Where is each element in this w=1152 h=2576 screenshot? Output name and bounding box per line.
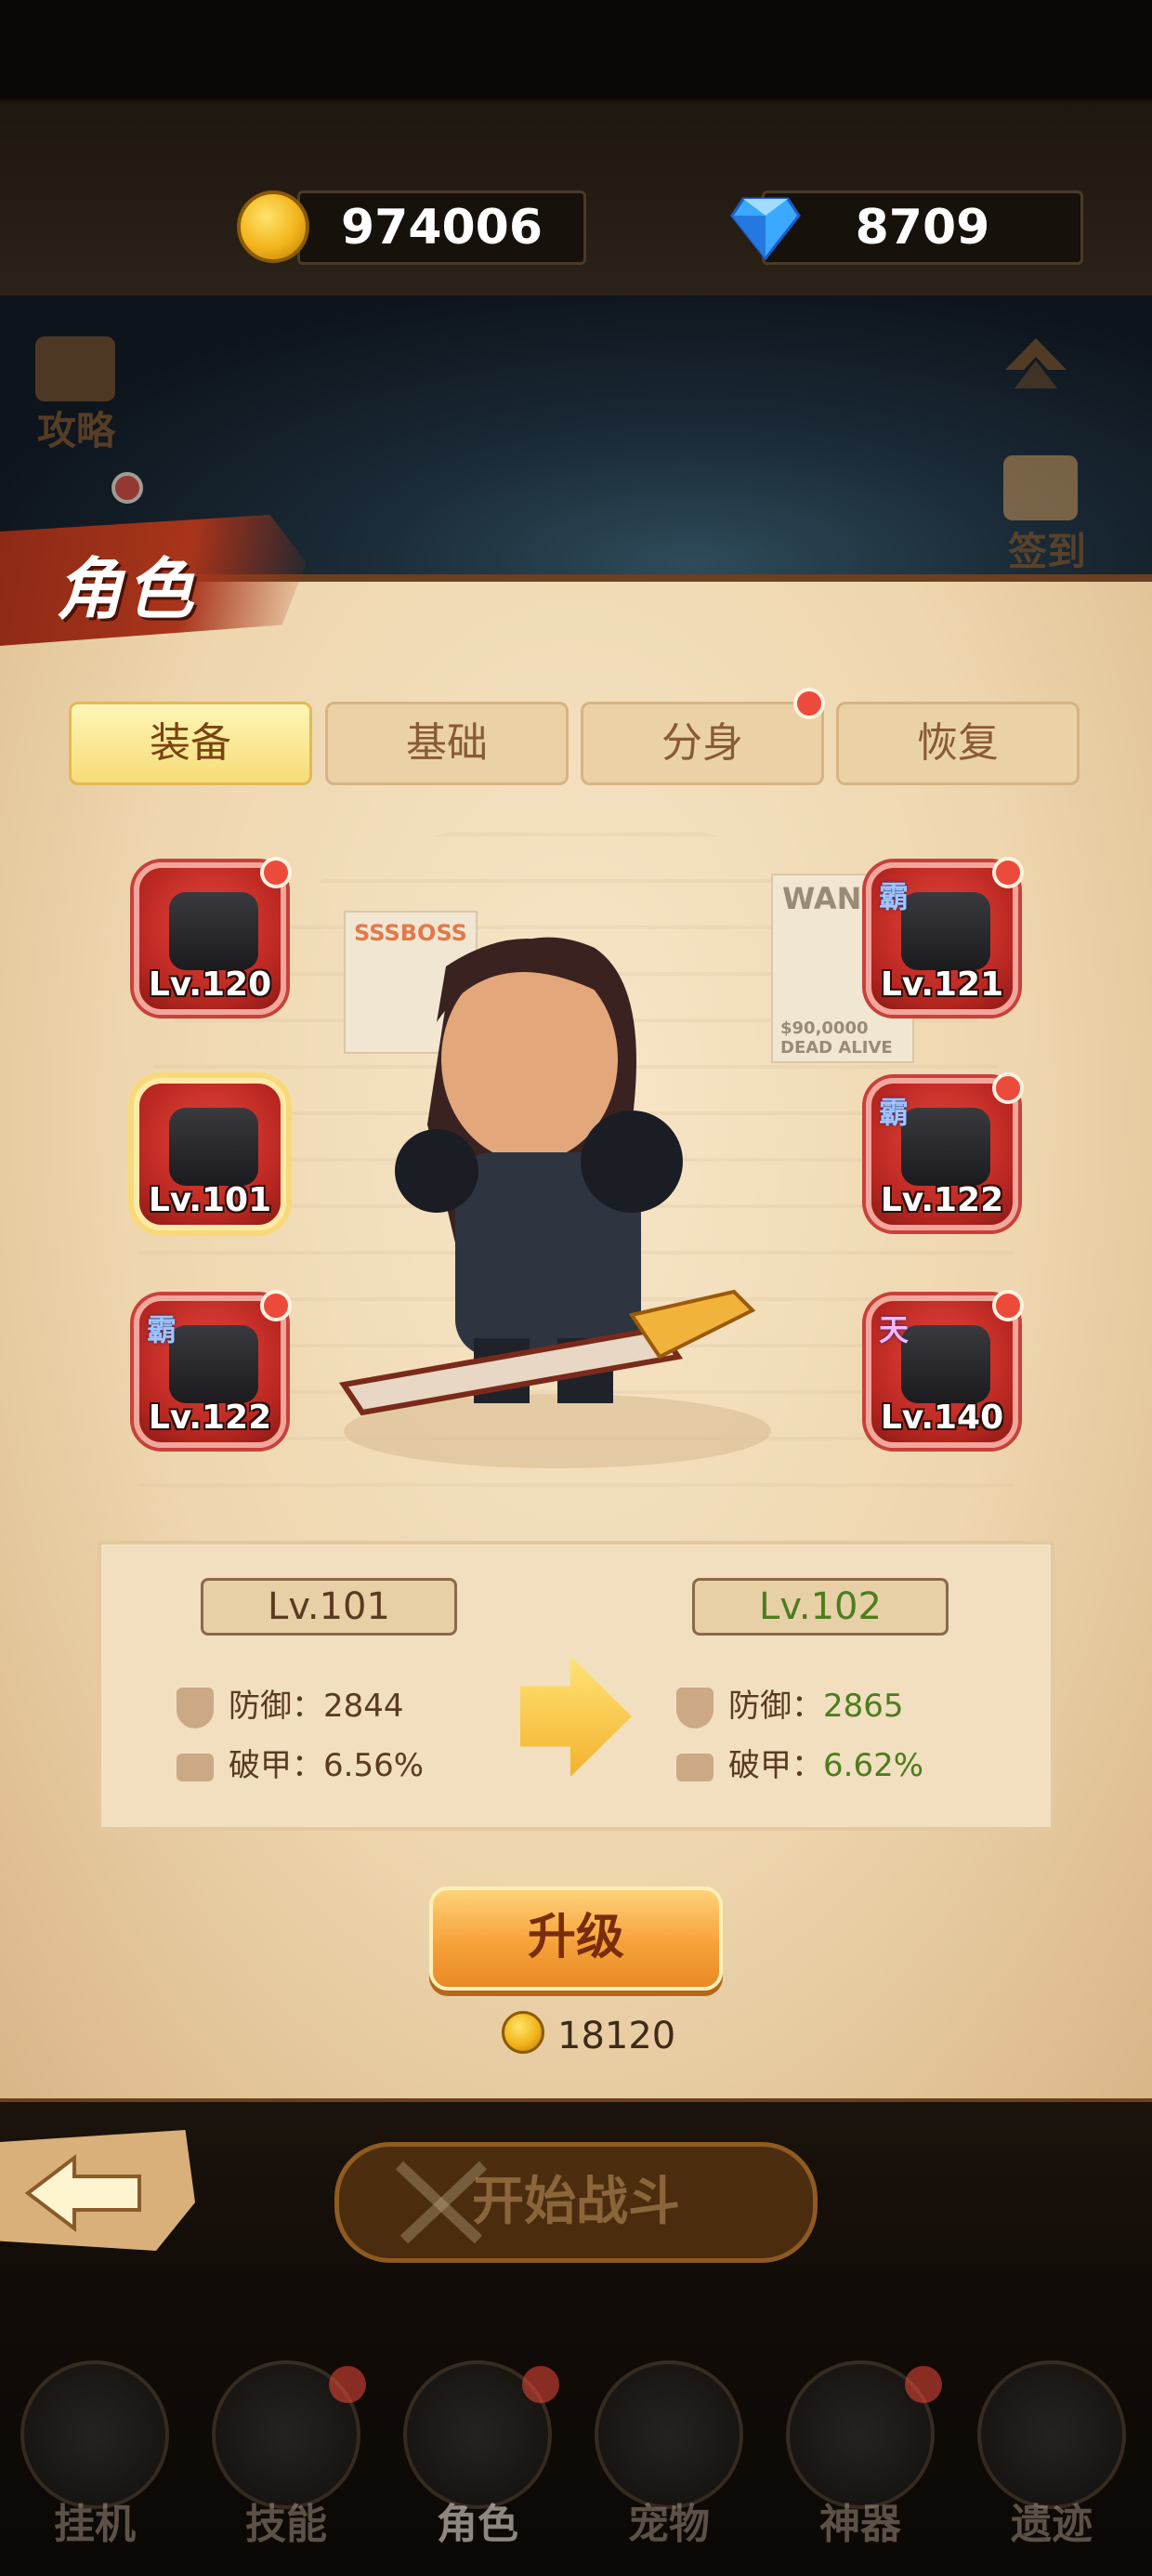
current-defense-row: 防御：2844 (177, 1680, 404, 1728)
armor-pen-icon (177, 1753, 214, 1781)
tab-equipment[interactable]: 装备 (69, 702, 312, 785)
ring-icon (901, 1325, 990, 1403)
gold-coin-icon (502, 2011, 544, 2054)
tab-clone-notification-dot (793, 688, 825, 719)
nav-relics[interactable] (977, 2360, 1126, 2509)
equipment-level: Lv.122 (880, 1181, 1004, 1219)
equipment-level: Lv.121 (880, 966, 1004, 1004)
defense-icon (177, 1687, 214, 1728)
equipment-slot-armor[interactable]: Lv.101 (134, 1078, 286, 1230)
equipment-slot-helmet[interactable]: 霸 Lv.121 (866, 857, 1024, 1015)
equipment-slot-ring[interactable]: 天 Lv.140 (866, 1290, 1024, 1448)
next-armor-pen-row: 破甲：6.62% (676, 1740, 923, 1785)
equipment-tier-tag: 霸 (879, 879, 910, 914)
defense-label: 防御： (229, 1688, 323, 1725)
current-armor-pen-value: 6.56% (323, 1747, 425, 1784)
nav-character-label: 角色 (437, 2501, 518, 2548)
equipment-tier-tag: 霸 (147, 1312, 177, 1347)
gold-amount: 974006 (340, 200, 543, 256)
guide-label: 攻略 (37, 408, 116, 453)
gauntlet-icon (169, 1325, 258, 1403)
equipment-tier-tag: 霸 (879, 1095, 910, 1130)
equipment-level: Lv.140 (880, 1399, 1004, 1437)
gem-counter: 8709 (762, 191, 1083, 265)
current-defense-value: 2844 (323, 1688, 404, 1725)
nav-idle-label: 挂机 (54, 2501, 136, 2548)
equipment-slot-gauntlet[interactable]: 霸 Lv.122 (134, 1290, 292, 1448)
collapse-up-icon[interactable] (1001, 333, 1070, 398)
notification-dot (992, 1290, 1024, 1321)
armor-pen-label: 破甲： (229, 1747, 323, 1784)
nav-artifacts-label: 神器 (819, 2501, 901, 2548)
guide-icon[interactable] (35, 336, 115, 401)
page-title: 角色 (56, 550, 198, 628)
equipment-level: Lv.122 (148, 1399, 272, 1437)
nav-skills-label: 技能 (245, 2501, 327, 2548)
equipment-level: Lv.101 (148, 1181, 272, 1219)
equipment-level: Lv.120 (148, 966, 272, 1004)
notification-dot (260, 857, 292, 888)
armor-pen-label: 破甲： (728, 1747, 823, 1784)
next-defense-value: 2865 (823, 1688, 904, 1725)
signin-label: 签到 (1008, 529, 1087, 574)
armor-icon (169, 1108, 258, 1186)
nav-pets[interactable] (595, 2360, 743, 2509)
tab-basic[interactable]: 基础 (325, 702, 569, 785)
gold-counter: 974006 (297, 191, 586, 265)
gold-coin-icon (237, 191, 309, 263)
weapon-icon (169, 892, 258, 970)
current-armor-pen-row: 破甲：6.56% (177, 1740, 424, 1785)
diamond-icon (730, 197, 801, 260)
necklace-icon (901, 1108, 990, 1186)
crossed-swords-icon (395, 2161, 488, 2244)
upgrade-cost: 18120 (557, 2015, 676, 2057)
armor-pen-icon (676, 1753, 713, 1781)
tab-clone[interactable]: 分身 (581, 702, 824, 785)
nav-character-notification-dot (522, 2366, 559, 2403)
tab-recovery[interactable]: 恢复 (836, 702, 1080, 785)
hero-character (338, 937, 771, 1468)
back-button[interactable] (0, 2130, 195, 2251)
nav-pets-label: 宠物 (628, 2501, 710, 2548)
signin-icon[interactable] (1003, 455, 1078, 520)
current-level-box: Lv.101 (201, 1578, 457, 1636)
nav-artifacts-notification-dot (905, 2366, 942, 2403)
next-level-box: Lv.102 (692, 1578, 949, 1636)
helmet-icon (901, 892, 990, 970)
nav-skills-notification-dot (329, 2366, 366, 2403)
next-armor-pen-value: 6.62% (823, 1747, 924, 1784)
equipment-slot-weapon[interactable]: Lv.120 (134, 857, 292, 1015)
upgrade-button[interactable]: 升级 (429, 1886, 723, 1991)
next-defense-row: 防御：2865 (676, 1680, 904, 1728)
nav-relics-label: 遗迹 (1011, 2501, 1093, 2548)
equipment-slot-necklace[interactable]: 霸 Lv.122 (866, 1072, 1024, 1230)
guide-notification-dot (111, 472, 143, 504)
back-arrow-icon (24, 2153, 141, 2233)
notification-dot (992, 1072, 1024, 1104)
nav-idle[interactable] (20, 2360, 169, 2509)
gem-amount: 8709 (855, 200, 990, 256)
notification-dot (992, 857, 1024, 888)
equipment-tier-tag: 天 (879, 1312, 910, 1347)
notification-dot (260, 1290, 292, 1321)
defense-icon (676, 1687, 713, 1728)
defense-label: 防御： (728, 1688, 823, 1725)
